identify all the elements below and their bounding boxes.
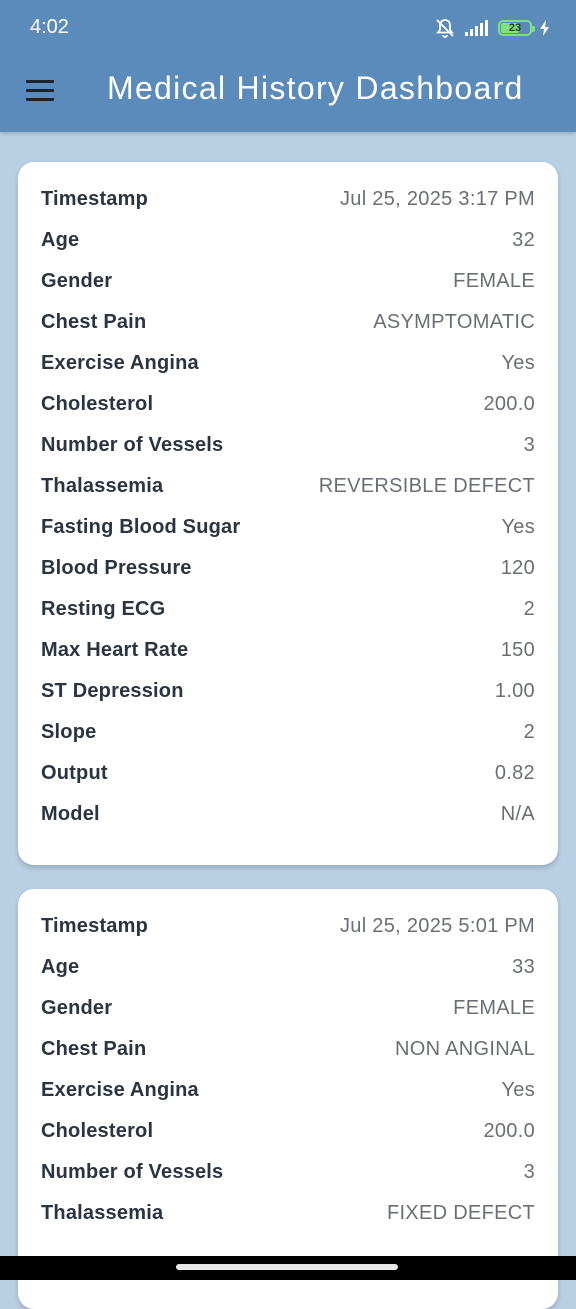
field-value: 200.0 — [483, 1120, 535, 1142]
field-label: Resting ECG — [41, 598, 166, 620]
field-value: 120 — [500, 557, 535, 579]
field-label: Model — [41, 803, 100, 825]
record-row-exercise-angina: Exercise Angina Yes — [41, 343, 535, 384]
field-label: Timestamp — [41, 188, 149, 210]
record-row-resting-ecg: Resting ECG 2 — [41, 589, 535, 630]
record-row-number-of-vessels: Number of Vessels 3 — [41, 1152, 535, 1193]
record-row-timestamp: Timestamp Jul 25, 2025 3:17 PM — [41, 179, 535, 220]
field-value: 3 — [523, 434, 535, 456]
record-row-gender: Gender FEMALE — [41, 988, 535, 1029]
battery-level: 23 — [508, 22, 522, 34]
field-label: Slope — [41, 721, 97, 743]
record-row-thalassemia: Thalassemia REVERSIBLE DEFECT — [41, 466, 535, 507]
status-time: 4:02 — [30, 16, 69, 38]
field-label: Age — [41, 229, 80, 251]
battery-icon: 23 — [498, 20, 535, 36]
system-nav-bar — [0, 1256, 576, 1280]
charging-icon — [540, 20, 550, 36]
field-value: 200.0 — [483, 393, 535, 415]
record-row-max-heart-rate: Max Heart Rate 150 — [41, 630, 535, 671]
field-label: Number of Vessels — [41, 434, 224, 456]
field-value: 3 — [523, 1161, 535, 1183]
field-value: FEMALE — [453, 997, 535, 1019]
record-row-timestamp: Timestamp Jul 25, 2025 5:01 PM — [41, 906, 535, 947]
record-row-chest-pain: Chest Pain ASYMPTOMATIC — [41, 302, 535, 343]
field-label: Age — [41, 956, 80, 978]
status-icons: 23 — [434, 16, 550, 40]
field-value: 150 — [500, 639, 535, 661]
page-title: Medical History Dashboard — [107, 70, 524, 106]
gesture-handle[interactable] — [176, 1264, 398, 1270]
bell-off-icon — [434, 17, 456, 39]
field-label: Max Heart Rate — [41, 639, 189, 661]
field-value: 0.82 — [494, 762, 535, 784]
field-value: Jul 25, 2025 3:17 PM — [339, 188, 535, 210]
field-label: Exercise Angina — [41, 352, 199, 374]
field-label: Blood Pressure — [41, 557, 192, 579]
field-value: 1.00 — [494, 680, 535, 702]
record-row-exercise-angina: Exercise Angina Yes — [41, 1070, 535, 1111]
field-value: Yes — [501, 352, 535, 374]
app-bar: 4:02 23 Medical History Dashboard — [0, 0, 576, 132]
record-row-output: Output 0.82 — [41, 753, 535, 794]
record-row-model: Model N/A — [41, 794, 535, 835]
field-value: 2 — [523, 721, 535, 743]
field-label: Chest Pain — [41, 1038, 147, 1060]
record-row-blood-pressure: Blood Pressure 120 — [41, 548, 535, 589]
field-value: Yes — [501, 516, 535, 538]
field-value: FEMALE — [453, 270, 535, 292]
field-value: 33 — [512, 956, 535, 978]
signal-icon — [464, 19, 490, 37]
record-card: Timestamp Jul 25, 2025 5:01 PM Age 33 Gend… — [18, 889, 558, 1309]
record-row-slope: Slope 2 — [41, 712, 535, 753]
field-label: Cholesterol — [41, 1120, 154, 1142]
field-value: 2 — [523, 598, 535, 620]
field-label: Timestamp — [41, 915, 149, 937]
record-row-number-of-vessels: Number of Vessels 3 — [41, 425, 535, 466]
field-label: Number of Vessels — [41, 1161, 224, 1183]
record-row-cholesterol: Cholesterol 200.0 — [41, 1111, 535, 1152]
record-row-thalassemia: Thalassemia FIXED DEFECT — [41, 1193, 535, 1234]
field-value: ASYMPTOMATIC — [373, 311, 535, 333]
field-value: NON ANGINAL — [395, 1038, 535, 1060]
field-label: Cholesterol — [41, 393, 154, 415]
field-value: 32 — [512, 229, 535, 251]
record-row-st-depression: ST Depression 1.00 — [41, 671, 535, 712]
record-row-gender: Gender FEMALE — [41, 261, 535, 302]
field-label: Thalassemia — [41, 1202, 164, 1224]
field-label: ST Depression — [41, 680, 184, 702]
record-row-cholesterol: Cholesterol 200.0 — [41, 384, 535, 425]
record-row-fasting-blood-sugar: Fasting Blood Sugar Yes — [41, 507, 535, 548]
record-row-age: Age 33 — [41, 947, 535, 988]
field-value: FIXED DEFECT — [386, 1202, 535, 1224]
menu-icon[interactable] — [26, 80, 56, 102]
field-value: Jul 25, 2025 5:01 PM — [339, 915, 535, 937]
field-value: REVERSIBLE DEFECT — [318, 475, 535, 497]
field-value: N/A — [500, 803, 535, 825]
field-value: Yes — [501, 1079, 535, 1101]
field-label: Output — [41, 762, 108, 784]
field-label: Thalassemia — [41, 475, 164, 497]
record-row-chest-pain: Chest Pain NON ANGINAL — [41, 1029, 535, 1070]
field-label: Fasting Blood Sugar — [41, 516, 241, 538]
field-label: Gender — [41, 270, 113, 292]
record-row-age: Age 32 — [41, 220, 535, 261]
field-label: Chest Pain — [41, 311, 147, 333]
record-card: Timestamp Jul 25, 2025 3:17 PM Age 32 Gend… — [18, 162, 558, 865]
field-label: Exercise Angina — [41, 1079, 199, 1101]
field-label: Gender — [41, 997, 113, 1019]
